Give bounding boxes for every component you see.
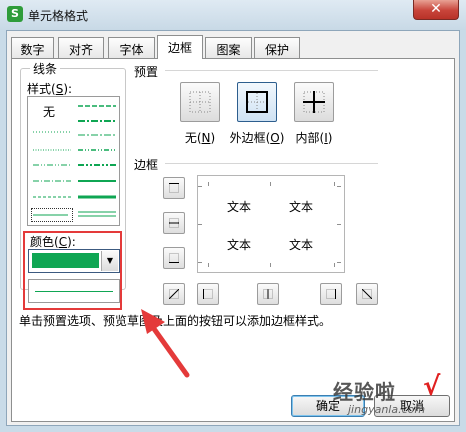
border-diagonal-down-button[interactable] — [356, 283, 378, 305]
app-icon: S — [7, 6, 23, 22]
outline-border-icon — [246, 91, 268, 113]
tab-pattern[interactable]: 图案 — [205, 37, 252, 58]
presets-separator — [165, 70, 378, 71]
diagonal-down-icon — [362, 289, 372, 299]
border-separator — [165, 163, 378, 164]
watermark-check-icon: √ — [423, 372, 441, 402]
preview-corner-mark — [198, 262, 202, 267]
border-diagonal-up-button[interactable] — [163, 283, 185, 305]
border-preview[interactable]: 文本 文本 文本 文本 — [197, 175, 345, 273]
border-right-button[interactable] — [320, 283, 342, 305]
diagonal-up-icon — [169, 289, 179, 299]
line-style-preview — [28, 279, 120, 303]
line-group-title: 线条 — [30, 60, 61, 77]
border-left-button[interactable] — [197, 283, 219, 305]
border-right-icon — [326, 289, 336, 299]
preview-corner-mark — [198, 186, 202, 191]
no-border-icon — [189, 91, 211, 113]
preset-outline-button[interactable] — [237, 82, 277, 122]
preview-corner-mark — [266, 263, 271, 267]
watermark-text: 经验啦 — [333, 380, 396, 404]
border-inside-horizontal-icon — [169, 218, 179, 228]
style-none-label[interactable]: 无 — [43, 103, 55, 120]
tab-border[interactable]: 边框 — [157, 35, 203, 59]
watermark-url: jingyanla.com — [348, 403, 426, 416]
preview-corner-mark — [330, 182, 335, 186]
hint-text: 单击预置选项、预览草图及上面的按钮可以添加边框样式。 — [19, 314, 332, 328]
presets-title: 预置 — [134, 65, 159, 79]
border-middle-horizontal-button[interactable] — [163, 212, 185, 234]
preview-text-top-right: 文本 — [289, 200, 314, 214]
border-top-icon — [169, 183, 179, 193]
color-dropdown[interactable]: ▼ — [28, 249, 120, 273]
border-middle-vertical-button[interactable] — [257, 283, 279, 305]
preview-corner-mark — [337, 224, 341, 229]
preview-corner-mark — [337, 262, 341, 267]
preview-corner-mark — [266, 182, 271, 186]
preview-line — [35, 291, 113, 292]
preview-corner-mark — [204, 182, 209, 186]
close-icon: ✕ — [430, 1, 442, 17]
close-button[interactable]: ✕ — [413, 0, 459, 20]
color-swatch — [32, 253, 99, 268]
inside-border-icon — [303, 91, 325, 113]
tab-font[interactable]: 字体 — [108, 37, 155, 58]
preview-text-bottom-left: 文本 — [227, 238, 252, 252]
preset-inside-label: 内部(I) — [295, 131, 333, 145]
line-style-list[interactable]: 无 — [27, 96, 120, 226]
preview-corner-mark — [204, 263, 209, 267]
preset-outline-label: 外边框(O) — [229, 131, 285, 145]
border-bottom-icon — [169, 253, 179, 263]
preview-corner-mark — [337, 186, 341, 191]
preset-none-label: 无(N) — [184, 131, 216, 145]
preview-text-top-left: 文本 — [227, 200, 252, 214]
style-label: 样式(S): — [27, 82, 73, 96]
border-bottom-button[interactable] — [163, 247, 185, 269]
border-top-button[interactable] — [163, 177, 185, 199]
tab-number[interactable]: 数字 — [11, 37, 54, 58]
preset-inside-button[interactable] — [294, 82, 334, 122]
border-title: 边框 — [134, 158, 159, 172]
window-title: 单元格格式 — [28, 9, 89, 23]
border-inside-vertical-icon — [263, 289, 273, 299]
tab-alignment[interactable]: 对齐 — [58, 37, 104, 58]
chevron-down-icon[interactable]: ▼ — [101, 251, 118, 271]
border-left-icon — [203, 289, 213, 299]
preview-text-bottom-right: 文本 — [289, 238, 314, 252]
selected-style-indicator — [31, 208, 73, 222]
preset-none-button[interactable] — [180, 82, 220, 122]
tab-protection[interactable]: 保护 — [254, 37, 300, 58]
color-label: 颜色(C): — [30, 235, 76, 249]
preview-corner-mark — [198, 224, 202, 229]
preview-corner-mark — [330, 263, 335, 267]
